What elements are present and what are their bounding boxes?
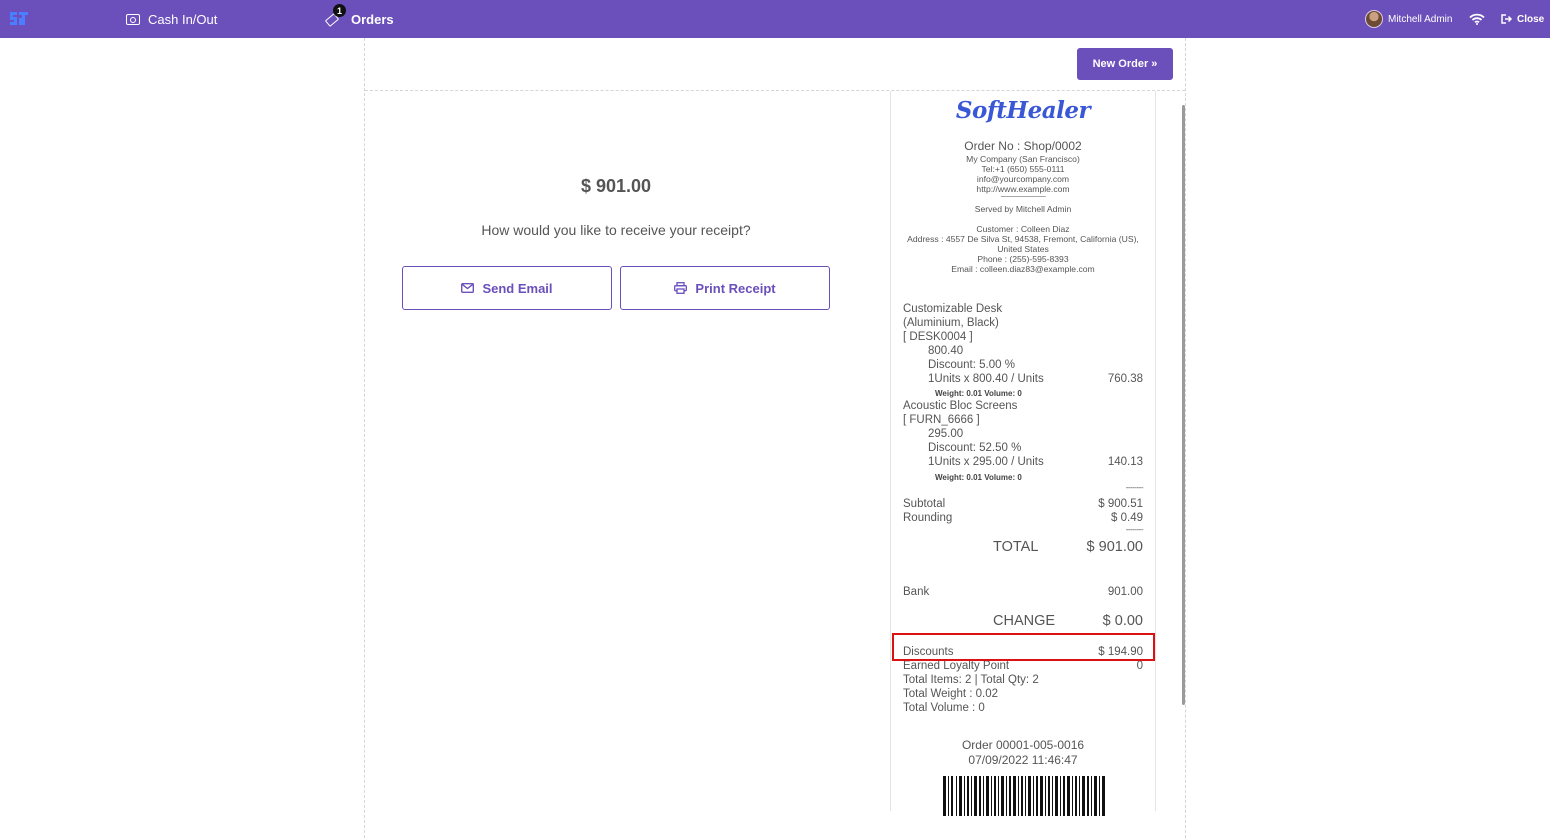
order-amount: $ 901.00 — [580, 176, 652, 196]
customer-phone: Phone : (255)-595-8393 — [977, 254, 1069, 264]
close-label: Close — [1517, 13, 1545, 25]
line-weight-volume: Weight: 0.01 Volume: 0 — [935, 473, 1022, 482]
print-receipt-label: Print Receipt — [695, 280, 776, 296]
line-total: 760.38 — [1107, 373, 1143, 385]
customer-address: Address : 4557 De Silva St, 94538, Fremo… — [907, 234, 1139, 244]
orders-count-badge: 1 — [333, 4, 346, 17]
change-value: $ 0.00 — [1102, 613, 1143, 629]
user-name: Mitchell Admin — [1388, 13, 1453, 25]
payment-method-label: Bank — [903, 586, 930, 598]
loyalty-value: 0 — [1136, 660, 1143, 672]
ticket-icon: 1 — [324, 4, 346, 27]
printer-icon — [674, 282, 688, 294]
close-button[interactable]: Close — [1501, 0, 1544, 38]
order-number: Order No : Shop/0002 — [964, 139, 1082, 153]
line-product-code: [ FURN_6666 ] — [903, 414, 980, 426]
softhealer-logo-icon[interactable] — [8, 9, 30, 29]
company-name: My Company (San Francisco) — [966, 154, 1080, 164]
print-receipt-button[interactable]: Print Receipt — [620, 266, 830, 310]
subtotal-value: $ 900.51 — [1098, 498, 1143, 510]
send-email-button[interactable]: Send Email — [402, 266, 612, 310]
new-order-button[interactable]: New Order » — [1077, 48, 1173, 80]
receipt-separator: -------------------------------- — [1000, 194, 1046, 200]
line-product-name: Customizable Desk — [903, 303, 1003, 315]
line-discount: Discount: 52.50 % — [928, 442, 1022, 454]
orders-button[interactable]: 1 Orders — [324, 0, 394, 38]
line-quantity: 1Units x 800.40 / Units — [928, 373, 1044, 385]
receipt-preview: SoftHealer Order No : Shop/0002 My Compa… — [890, 91, 1156, 816]
company-logo: SoftHealer — [955, 97, 1091, 124]
total-value: $ 901.00 — [1086, 539, 1143, 555]
action-header: New Order » — [365, 38, 1185, 91]
order-reference: Order 00001-005-0016 — [961, 738, 1085, 752]
discounts-highlight-box — [892, 633, 1155, 661]
cash-in-out-label: Cash In/Out — [148, 11, 218, 27]
orders-label: Orders — [351, 11, 394, 27]
customer-country: United States — [997, 244, 1049, 254]
order-date: 07/09/2022 11:46:47 — [968, 753, 1078, 767]
envelope-icon — [461, 283, 475, 293]
receipt-question: How would you like to receive your recei… — [481, 222, 751, 238]
barcode — [943, 776, 1105, 816]
subtotal-label: Subtotal — [903, 498, 946, 510]
line-weight-volume: Weight: 0.01 Volume: 0 — [935, 389, 1022, 398]
line-product-variant: (Aluminium, Black) — [903, 317, 999, 329]
sign-out-icon — [1501, 14, 1513, 24]
customer-name: Customer : Colleen Diaz — [976, 224, 1070, 234]
line-quantity: 1Units x 295.00 / Units — [928, 456, 1044, 468]
line-product-name: Acoustic Bloc Screens — [903, 400, 1018, 412]
customer-email: Email : colleen.diaz83@example.com — [951, 264, 1095, 274]
change-label: CHANGE — [993, 613, 1056, 629]
line-product-code: [ DESK0004 ] — [903, 331, 973, 343]
user-menu[interactable]: Mitchell Admin — [1365, 0, 1452, 38]
rounding-value: $ 0.49 — [1111, 512, 1143, 524]
company-email: info@yourcompany.com — [976, 174, 1070, 184]
line-discount: Discount: 5.00 % — [928, 359, 1015, 371]
top-bar: Cash In/Out 1 Orders Mitchell Admin Clos… — [0, 0, 1550, 38]
money-icon — [126, 13, 140, 25]
total-label: TOTAL — [993, 539, 1039, 555]
loyalty-label: Earned Loyalty Point — [903, 660, 1010, 672]
separator-dashes: -------- — [1125, 525, 1144, 534]
separator-dashes: -------- — [1125, 483, 1144, 492]
receipt-scrollbar[interactable] — [1182, 105, 1185, 705]
rounding-label: Rounding — [903, 512, 953, 524]
line-unit-price: 295.00 — [928, 428, 964, 440]
company-phone: Tel:+1 (650) 555-0111 — [981, 164, 1065, 174]
total-weight: Total Weight : 0.02 — [903, 688, 999, 700]
wifi-icon[interactable] — [1469, 0, 1485, 38]
cash-in-out-button[interactable]: Cash In/Out — [126, 0, 217, 38]
total-volume: Total Volume : 0 — [903, 702, 985, 714]
line-total: 140.13 — [1107, 456, 1143, 468]
line-unit-price: 800.40 — [928, 345, 964, 357]
total-items: Total Items: 2 | Total Qty: 2 — [903, 674, 1039, 686]
payment-amount: 901.00 — [1107, 586, 1143, 598]
avatar — [1365, 10, 1383, 28]
send-email-label: Send Email — [482, 280, 553, 296]
served-by: Served by Mitchell Admin — [974, 204, 1072, 214]
